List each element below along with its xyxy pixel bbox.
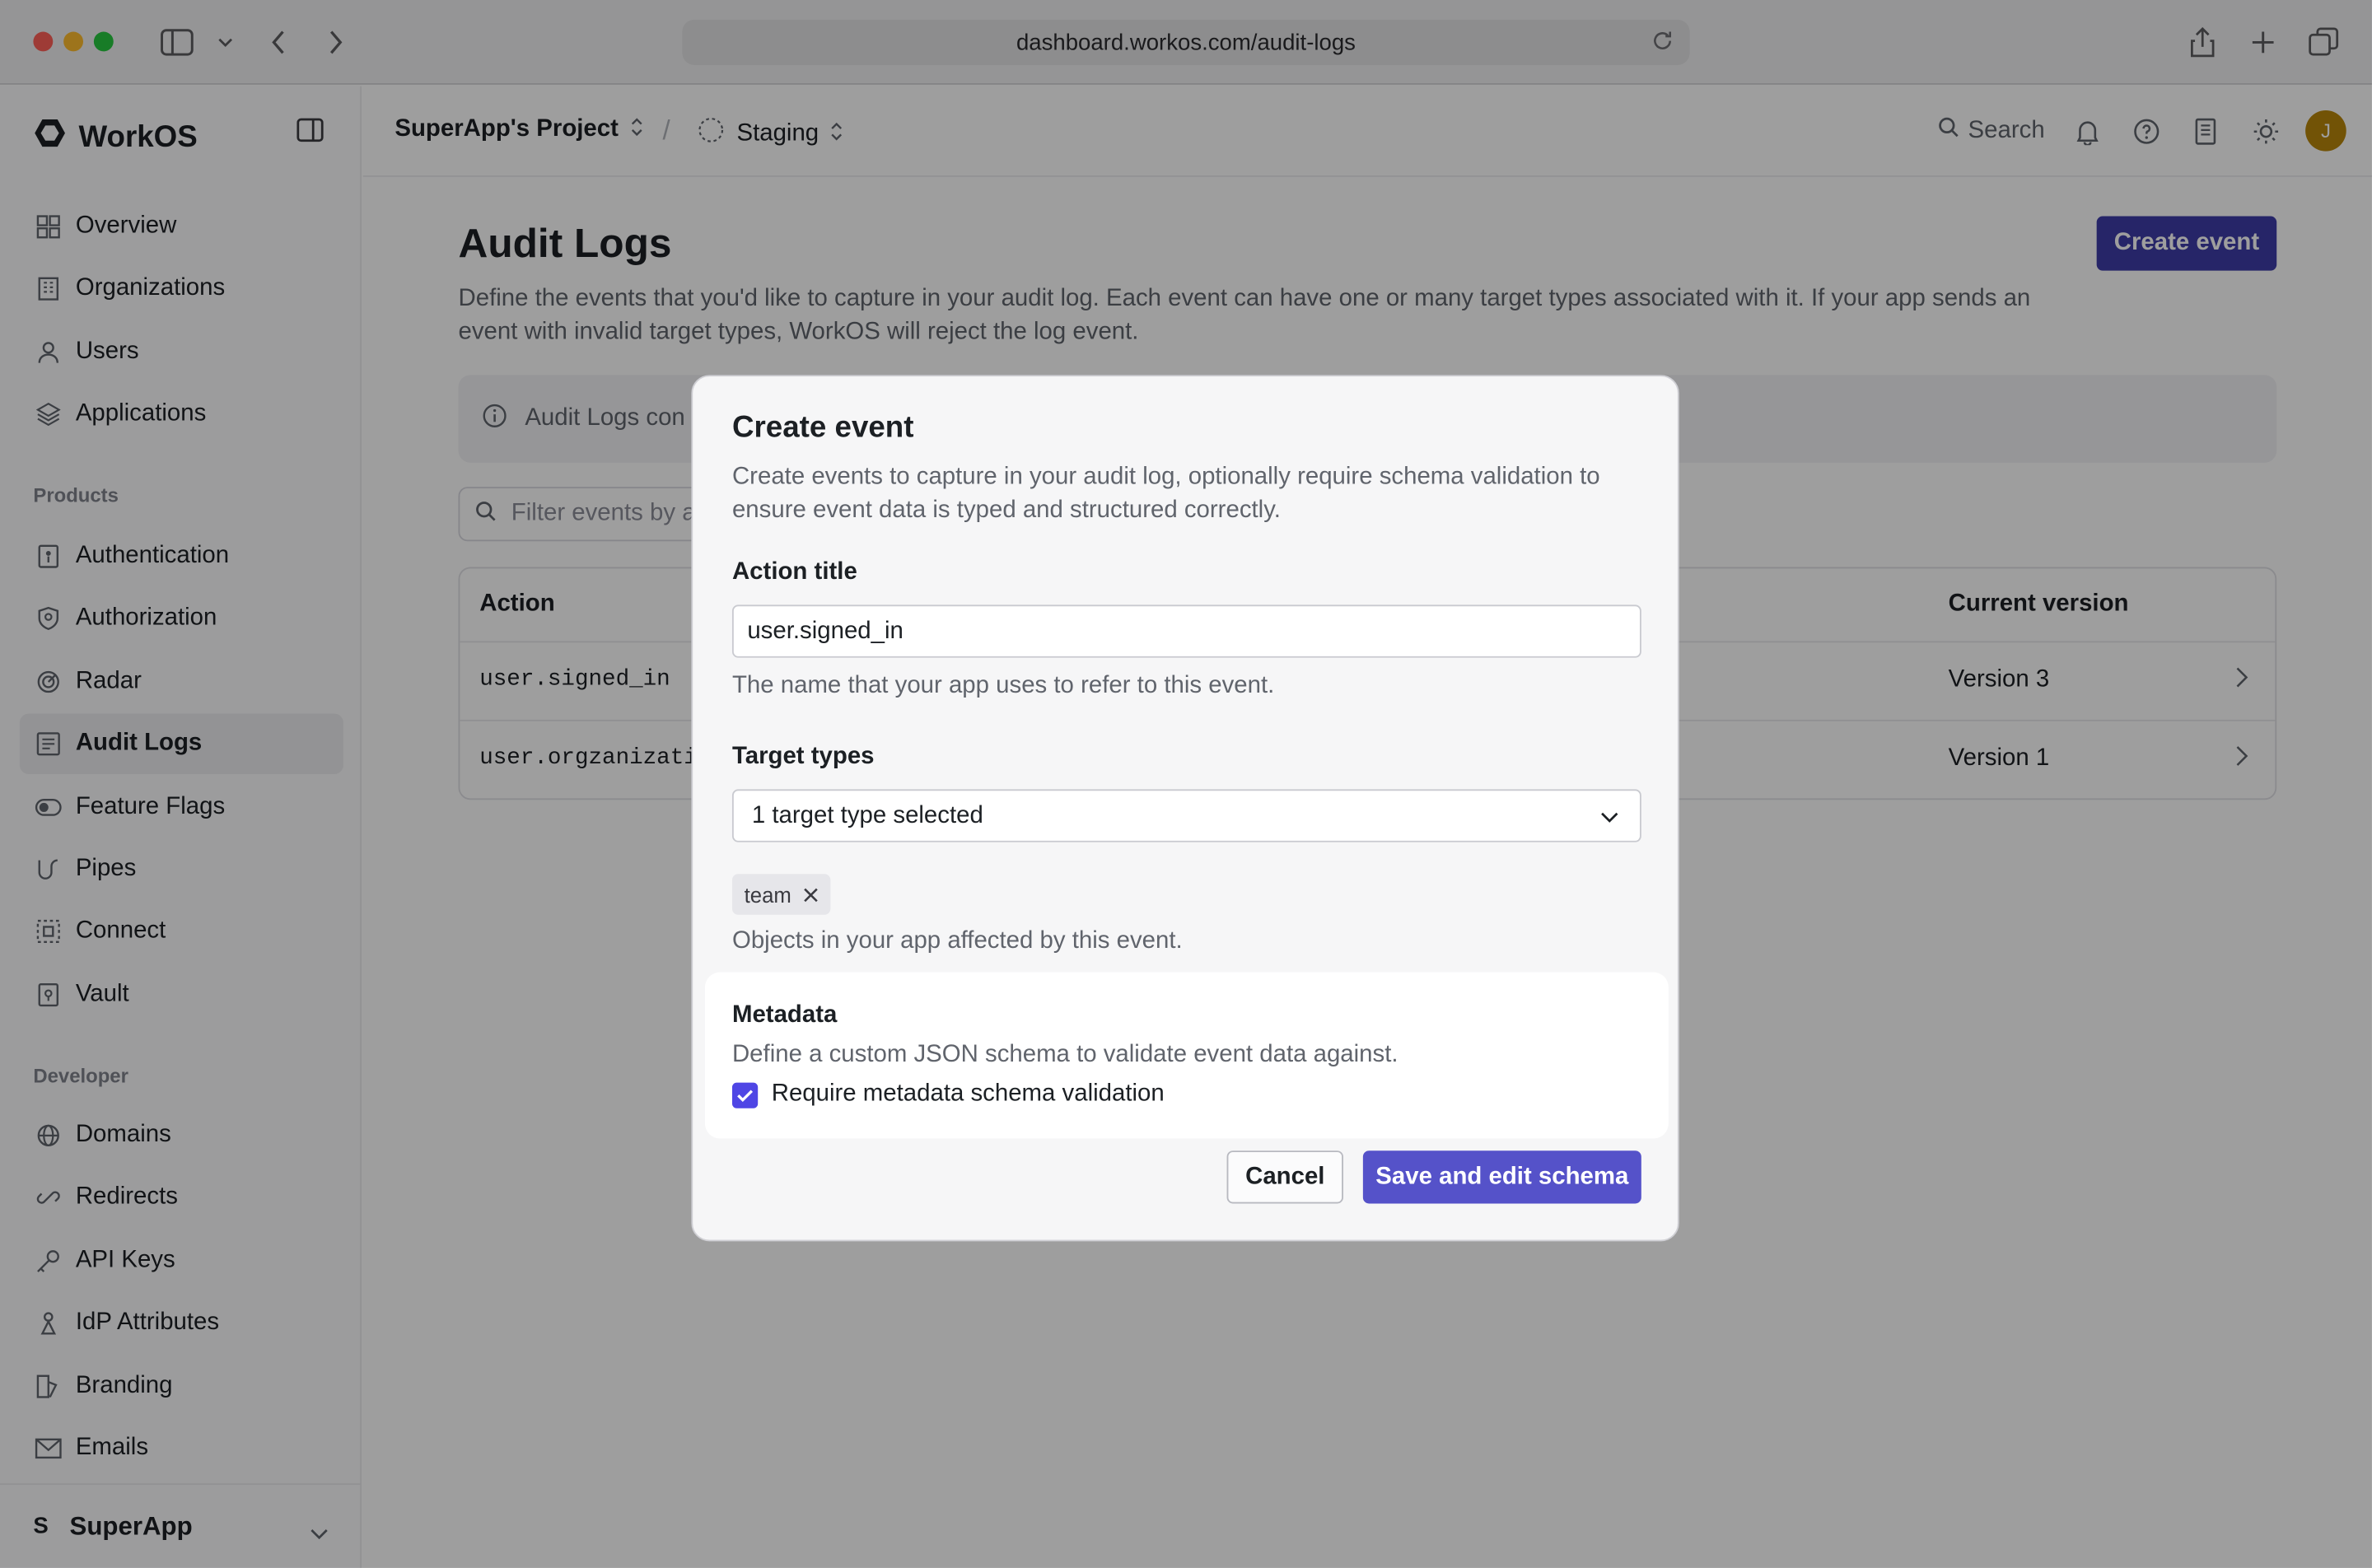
- action-title-help: The name that your app uses to refer to …: [731, 673, 1275, 699]
- target-types-value: 1 target type selected: [751, 801, 983, 828]
- metadata-title: Metadata: [731, 1002, 838, 1029]
- cancel-button[interactable]: Cancel: [1226, 1150, 1343, 1204]
- create-event-dialog: Create event Create events to capture in…: [691, 375, 1679, 1242]
- remove-chip-icon[interactable]: [804, 882, 819, 906]
- metadata-validation-checkbox[interactable]: [731, 1081, 759, 1108]
- action-title-value: user.signed_in: [747, 618, 904, 644]
- dialog-title: Create event: [731, 411, 914, 445]
- target-types-help: Objects in your app affected by this eve…: [731, 928, 1183, 954]
- metadata-section: Metadata Define a custom JSON schema to …: [704, 972, 1669, 1139]
- chip-label: team: [744, 882, 791, 907]
- save-and-edit-schema-button[interactable]: Save and edit schema: [1362, 1150, 1641, 1204]
- target-types-select[interactable]: 1 target type selected: [731, 789, 1641, 842]
- metadata-checkbox-label: Require metadata schema validation: [771, 1080, 1165, 1107]
- metadata-validation-checkbox-row[interactable]: Require metadata schema validation: [731, 1080, 1165, 1108]
- dialog-description: Create events to capture in your audit l…: [731, 464, 1600, 524]
- chevron-down-icon: [1600, 805, 1618, 832]
- action-title-label: Action title: [731, 559, 857, 586]
- action-title-input[interactable]: user.signed_in: [731, 604, 1641, 658]
- target-types-label: Target types: [731, 744, 875, 770]
- metadata-description: Define a custom JSON schema to validate …: [731, 1042, 1398, 1068]
- target-type-chip: team: [731, 874, 831, 915]
